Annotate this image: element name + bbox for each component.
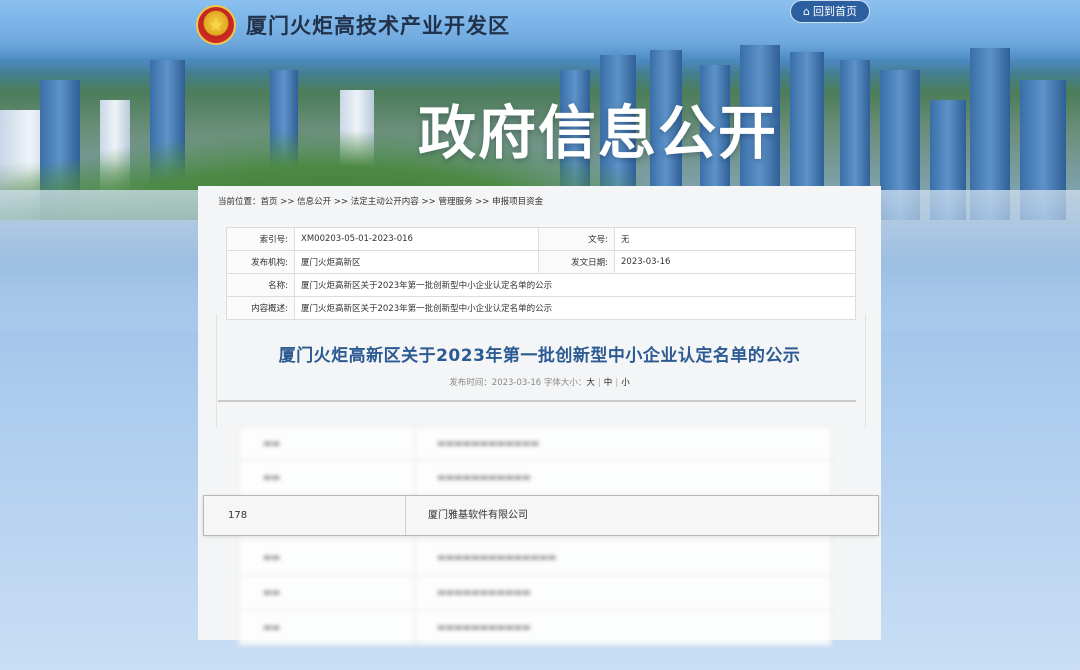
table-row-highlighted: 178 厦门雅基软件有限公司 <box>203 495 879 536</box>
home-icon: ⌂ <box>803 5 810 18</box>
company-list: ▬▬ ▬▬▬▬▬▬▬▬▬▬▬▬ ▬▬ ▬▬▬▬▬▬▬▬▬▬▬ ▬▬ ▬▬▬▬▬▬… <box>238 426 832 646</box>
hero-title: 政府信息公开 <box>418 99 779 167</box>
divider: | <box>597 378 601 388</box>
breadcrumb[interactable]: 当前位置：首页 >> 信息公开 >> 法定主动公开内容 >> 管理服务 >> 申… <box>218 195 543 207</box>
index-label: 索引号: <box>226 227 295 251</box>
home-button-label: 回到首页 <box>812 5 857 18</box>
row-name: ▬▬▬▬▬▬▬▬▬▬▬ <box>437 473 531 483</box>
article-meta: 发布时间：2023-03-16 字体大小：大 | 中 | 小 <box>198 376 881 388</box>
document-meta-table: 索引号: XM00203-05-01-2023-016 文号: 无 发布机构: … <box>226 227 856 320</box>
name-value: 厦门火炬高新区关于2023年第一批创新型中小企业认定名单的公示 <box>294 273 856 297</box>
highlight-row-number: 178 <box>204 496 406 535</box>
national-emblem-icon: ★ <box>196 5 236 45</box>
row-number: ▬▬ <box>239 461 415 495</box>
row-number: ▬▬ <box>239 427 415 460</box>
publish-info: 发布时间：2023-03-16 字体大小： <box>449 378 587 388</box>
row-number: ▬▬ <box>239 541 415 575</box>
article-frame <box>216 314 866 428</box>
row-number: ▬▬ <box>239 611 415 645</box>
table-row-blurred: ▬▬ ▬▬▬▬▬▬▬▬▬▬▬ <box>238 461 832 496</box>
divider-line <box>218 400 856 402</box>
table-row-blurred: ▬▬ ▬▬▬▬▬▬▬▬▬▬▬ <box>238 611 832 646</box>
font-size-small[interactable]: 小 <box>621 378 630 388</box>
docno-value: 无 <box>614 227 856 251</box>
font-size-medium[interactable]: 中 <box>604 378 613 388</box>
row-name: ▬▬▬▬▬▬▬▬▬▬▬▬ <box>437 439 540 449</box>
name-label: 名称: <box>226 273 295 297</box>
table-row-blurred: ▬▬ ▬▬▬▬▬▬▬▬▬▬▬ <box>238 576 832 611</box>
docno-label: 文号: <box>538 227 615 251</box>
font-size-large[interactable]: 大 <box>586 378 595 388</box>
row-name: ▬▬▬▬▬▬▬▬▬▬▬ <box>437 588 531 598</box>
row-name: ▬▬▬▬▬▬▬▬▬▬▬▬▬▬ <box>437 553 557 563</box>
divider: | <box>615 378 619 388</box>
table-row-blurred: ▬▬ ▬▬▬▬▬▬▬▬▬▬▬▬▬▬ <box>238 541 832 576</box>
site-name[interactable]: 厦门火炬高技术产业开发区 <box>246 10 510 40</box>
publisher-value: 厦门火炬高新区 <box>294 250 539 274</box>
highlight-row-company: 厦门雅基软件有限公司 <box>428 510 528 521</box>
index-value: XM00203-05-01-2023-016 <box>294 227 539 251</box>
date-value: 2023-03-16 <box>614 250 856 274</box>
row-number: ▬▬ <box>239 576 415 610</box>
content-panel: 当前位置：首页 >> 信息公开 >> 法定主动公开内容 >> 管理服务 >> 申… <box>198 186 881 646</box>
row-name: ▬▬▬▬▬▬▬▬▬▬▬ <box>437 623 531 633</box>
article-title: 厦门火炬高新区关于2023年第一批创新型中小企业认定名单的公示 <box>278 346 801 366</box>
table-row-blurred: ▬▬ ▬▬▬▬▬▬▬▬▬▬▬▬ <box>238 426 832 461</box>
date-label: 发文日期: <box>538 250 615 274</box>
publisher-label: 发布机构: <box>226 250 295 274</box>
home-button[interactable]: ⌂ 回到首页 <box>790 0 870 23</box>
